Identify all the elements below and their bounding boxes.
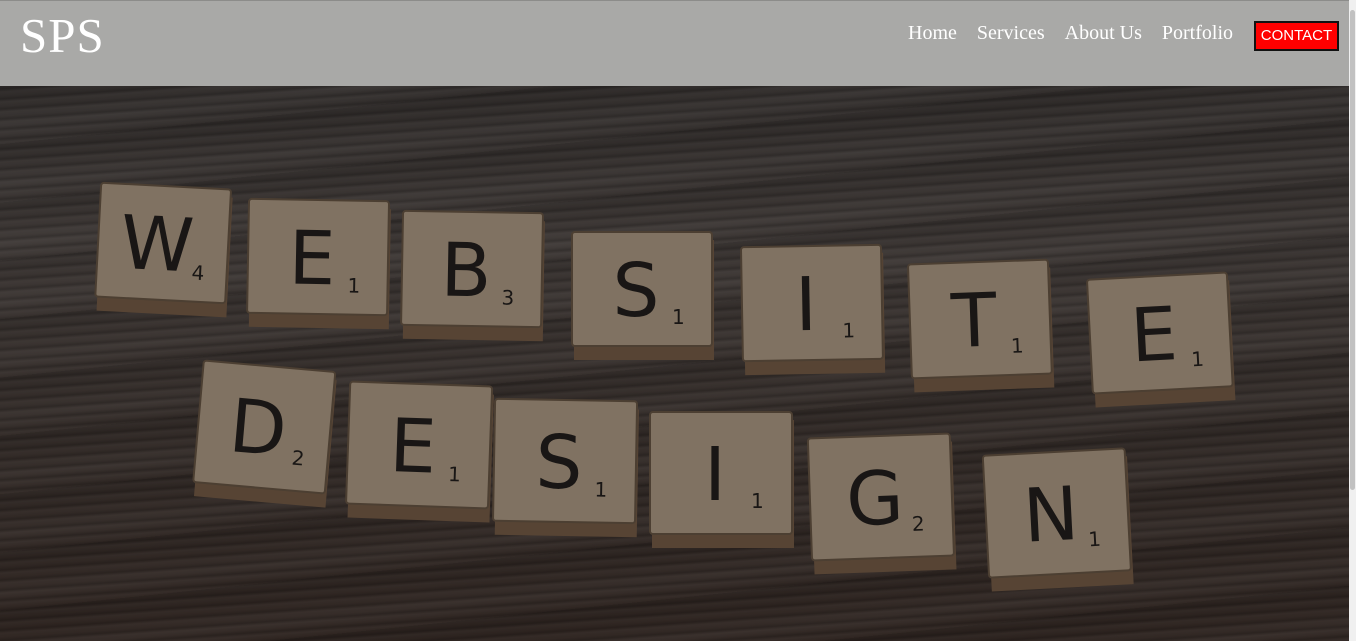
nav-services[interactable]: Services: [977, 20, 1045, 46]
hero-overlay: [0, 86, 1349, 641]
hero-image: W4E1B3S1I1T1E1D2E1S1I1G2N1: [0, 86, 1349, 641]
scrollbar-thumb[interactable]: [1350, 10, 1355, 490]
main-nav: Home Services About Us Portfolio: [908, 20, 1253, 46]
logo[interactable]: SPS: [20, 7, 105, 65]
nav-portfolio[interactable]: Portfolio: [1162, 20, 1233, 46]
nav-home[interactable]: Home: [908, 20, 957, 46]
site-header: SPS Home Services About Us Portfolio CON…: [0, 0, 1349, 86]
nav-about-us[interactable]: About Us: [1065, 20, 1142, 46]
vertical-scrollbar[interactable]: [1349, 0, 1356, 641]
contact-button[interactable]: CONTACT: [1254, 21, 1339, 51]
